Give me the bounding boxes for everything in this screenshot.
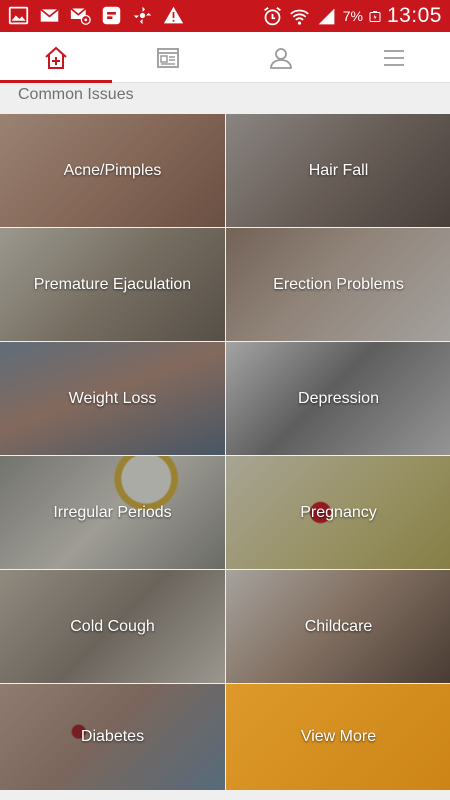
sync-icon xyxy=(133,6,152,25)
issue-tile-premature-ejaculation[interactable]: Premature Ejaculation xyxy=(0,228,225,341)
notification-icons xyxy=(8,5,184,26)
issue-tile-childcare[interactable]: Childcare xyxy=(226,570,450,683)
issue-tile-pregnancy[interactable]: Pregnancy xyxy=(226,456,450,569)
mail-at-icon xyxy=(70,7,91,25)
issue-tile-acne[interactable]: Acne/Pimples xyxy=(0,114,225,227)
battery-percent: 7% xyxy=(342,8,363,24)
view-more-label: View More xyxy=(300,728,377,745)
issue-label: Pregnancy xyxy=(300,503,377,521)
tab-articles[interactable] xyxy=(112,32,224,83)
issue-tile-erection-problems[interactable]: Erection Problems xyxy=(226,228,450,341)
app-icon xyxy=(102,6,121,25)
mail-icon xyxy=(40,8,59,22)
issue-tile-cold-cough[interactable]: Cold Cough xyxy=(0,570,225,683)
tab-home[interactable] xyxy=(0,32,112,83)
issue-label: Erection Problems xyxy=(273,275,404,293)
battery-icon xyxy=(369,10,381,22)
issue-label: Hair Fall xyxy=(308,161,369,179)
gallery-icon xyxy=(8,6,29,25)
issue-label: Cold Cough xyxy=(70,617,155,635)
issue-label: Depression xyxy=(298,389,379,407)
issue-tile-depression[interactable]: Depression xyxy=(226,342,450,455)
clock-time: 13:05 xyxy=(386,4,442,27)
tab-profile[interactable] xyxy=(225,32,337,83)
issue-tile-hair-fall[interactable]: Hair Fall xyxy=(226,114,450,227)
alarm-icon xyxy=(263,6,281,25)
tab-menu[interactable] xyxy=(338,32,450,83)
wifi-icon xyxy=(289,9,309,25)
article-icon xyxy=(157,47,179,68)
issue-tile-irregular-periods[interactable]: Irregular Periods xyxy=(0,456,225,569)
issue-tile-weight-loss[interactable]: Weight Loss xyxy=(0,342,225,455)
bottom-spacer xyxy=(0,790,450,800)
issue-tile-diabetes[interactable]: Diabetes xyxy=(0,684,225,790)
issue-label: Acne/Pimples xyxy=(63,161,162,179)
user-icon xyxy=(270,47,292,69)
top-tab-bar xyxy=(0,32,450,83)
menu-icon xyxy=(384,49,404,66)
section-title: Common Issues xyxy=(18,86,134,103)
signal-icon xyxy=(318,8,335,24)
status-bar: 7% 13:05 xyxy=(0,0,450,32)
issue-label: Childcare xyxy=(304,617,373,635)
system-status: 7% 13:05 xyxy=(262,4,442,28)
issue-label: Premature Ejaculation xyxy=(33,275,192,293)
issue-label: Weight Loss xyxy=(68,389,157,407)
view-more-button[interactable]: View More xyxy=(226,684,450,790)
issue-label: Irregular Periods xyxy=(53,503,172,521)
warning-icon xyxy=(163,6,184,24)
issue-label: Diabetes xyxy=(80,728,145,745)
home-plus-icon xyxy=(45,46,67,69)
